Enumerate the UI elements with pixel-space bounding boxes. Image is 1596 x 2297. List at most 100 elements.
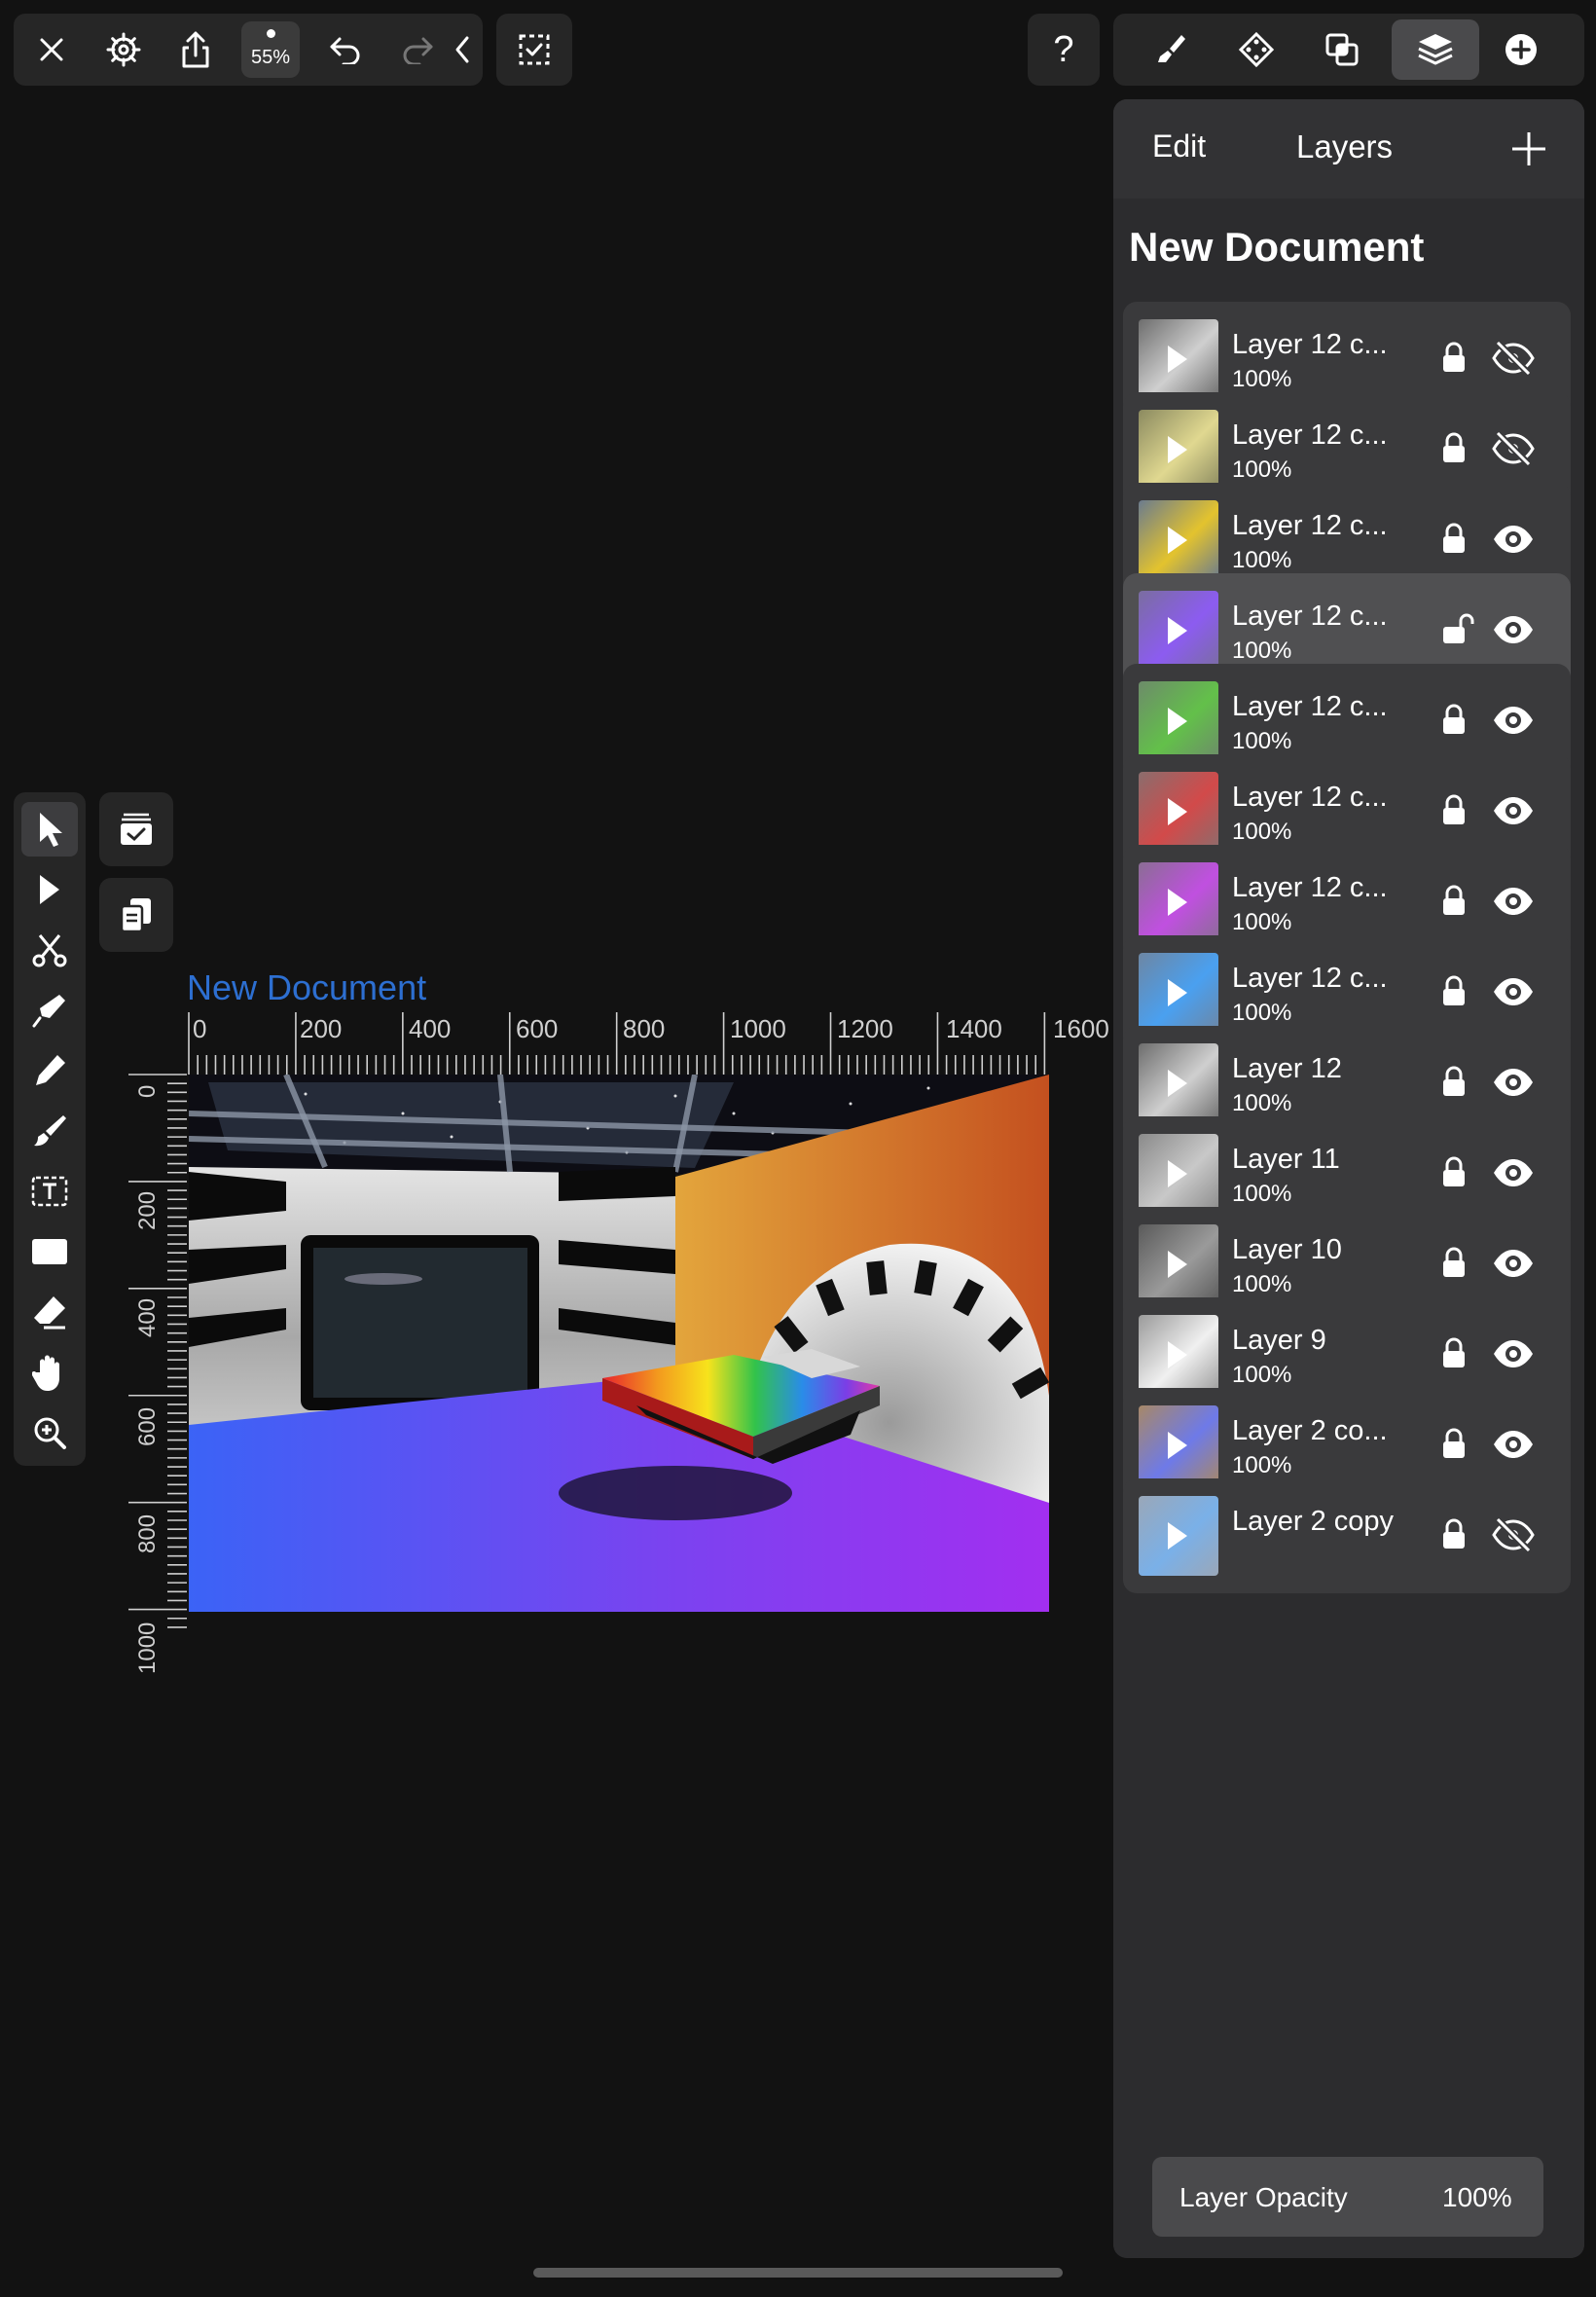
layer-opacity: 100% [1232,1452,1292,1478]
lock-closed-icon[interactable] [1440,974,1468,1012]
layers-tab-active[interactable] [1392,19,1479,80]
layer-name: Layer 12 c... [1232,419,1388,451]
document-title: New Document [1129,224,1425,270]
eye-visible-icon[interactable] [1491,791,1536,835]
node-diamond-icon[interactable] [1234,27,1279,72]
text-tool-button[interactable] [21,1164,78,1219]
lock-closed-icon[interactable] [1440,522,1468,560]
layer-opacity-slider[interactable]: Layer Opacity 100% [1152,2157,1543,2237]
layer-thumbnail [1139,1043,1218,1123]
layer-thumbnail [1139,1405,1218,1485]
redo-icon[interactable] [395,27,440,72]
help-button[interactable]: ? [1028,14,1100,86]
add-circle-icon[interactable] [1499,27,1543,72]
lock-closed-icon[interactable] [1440,431,1468,469]
layer-expand-icon[interactable] [1168,1251,1187,1278]
layer-name: Layer 12 c... [1232,329,1388,360]
eye-visible-icon[interactable] [1491,882,1536,926]
boolean-shapes-icon[interactable] [1320,27,1364,72]
layer-opacity: 100% [1232,456,1292,483]
layer-expand-icon[interactable] [1168,436,1187,463]
eye-visible-icon[interactable] [1491,610,1536,654]
layer-opacity-label: Layer Opacity [1179,2182,1348,2212]
layer-thumbnail [1139,1496,1218,1576]
layer-expand-icon[interactable] [1168,1160,1187,1187]
move-tool-button[interactable] [21,802,78,857]
add-layer-icon[interactable] [1505,125,1553,173]
layer-expand-icon[interactable] [1168,1070,1187,1097]
ruler-x-label: 1000 [730,1014,786,1043]
zoom-level-button[interactable]: 55% [241,21,300,78]
layer-expand-icon[interactable] [1168,1432,1187,1459]
zoom-tool-button[interactable] [21,1405,78,1460]
eye-visible-icon[interactable] [1491,1425,1536,1469]
ruler-x-label: 400 [409,1014,452,1043]
eye-visible-icon[interactable] [1491,1153,1536,1197]
layers-panel-header: Edit Layers [1113,99,1584,199]
pen-tool-button[interactable] [21,983,78,1038]
lock-closed-icon[interactable] [1440,1336,1468,1374]
lock-closed-icon[interactable] [1440,703,1468,741]
layer-name: Layer 2 co... [1232,1415,1388,1446]
layer-expand-icon[interactable] [1168,527,1187,554]
duplicate-button[interactable] [99,878,173,952]
lock-closed-icon[interactable] [1440,1246,1468,1284]
layer-expand-icon[interactable] [1168,1522,1187,1550]
node-tool-button[interactable] [21,862,78,917]
layer-row[interactable]: Layer 2 copy [1123,1478,1571,1593]
lock-closed-icon[interactable] [1440,1517,1468,1555]
select-check-icon[interactable] [512,27,557,72]
edit-button[interactable]: Edit [1152,128,1206,164]
brush-tool-button[interactable] [21,1104,78,1158]
chevron-left-icon[interactable] [448,27,477,72]
layer-thumbnail [1139,319,1218,399]
lock-closed-icon[interactable] [1440,884,1468,922]
pencil-tool-button[interactable] [21,1043,78,1098]
layer-name: Layer 12 c... [1232,872,1388,903]
layer-expand-icon[interactable] [1168,708,1187,735]
hand-tool-button[interactable] [21,1345,78,1400]
layer-thumbnail [1139,591,1218,671]
eye-visible-icon[interactable] [1491,520,1536,564]
style-brush-icon[interactable] [1148,27,1193,72]
ruler-y-label: 400 [134,1297,161,1337]
layer-thumbnail [1139,410,1218,490]
layer-expand-icon[interactable] [1168,1341,1187,1368]
horizontal-ruler: 0 200 400 600 800 1000 1200 1400 1600 [187,1010,1121,1076]
undo-icon[interactable] [323,27,368,72]
share-icon[interactable] [173,25,218,74]
lock-closed-icon[interactable] [1440,341,1468,379]
settings-gear-icon[interactable] [101,27,146,72]
layer-opacity: 100% [1232,819,1292,845]
layer-expand-icon[interactable] [1168,798,1187,825]
layer-thumbnail [1139,1224,1218,1304]
layer-name: Layer 12 c... [1232,691,1388,722]
rectangle-tool-button[interactable] [21,1224,78,1279]
eye-visible-icon[interactable] [1491,701,1536,745]
scissors-tool-button[interactable] [21,923,78,977]
selection-toolbar [496,14,572,86]
close-icon[interactable] [29,27,74,72]
artboard-canvas[interactable] [189,1075,1049,1612]
eye-visible-icon[interactable] [1491,1334,1536,1378]
layer-expand-icon[interactable] [1168,889,1187,916]
eye-hidden-icon[interactable] [1491,429,1536,473]
lock-closed-icon[interactable] [1440,793,1468,831]
layer-expand-icon[interactable] [1168,979,1187,1006]
eye-hidden-icon[interactable] [1491,339,1536,383]
eraser-tool-button[interactable] [21,1285,78,1339]
layers-panel: Edit Layers New Document Layer 12 c... 10… [1113,99,1584,2258]
layer-expand-icon[interactable] [1168,346,1187,373]
layer-expand-icon[interactable] [1168,617,1187,644]
eye-hidden-icon[interactable] [1491,1515,1536,1559]
eye-visible-icon[interactable] [1491,1244,1536,1288]
lock-closed-icon[interactable] [1440,1065,1468,1103]
duplicate-pages-icon [117,895,156,934]
eye-visible-icon[interactable] [1491,1063,1536,1107]
lock-closed-icon[interactable] [1440,1155,1468,1193]
ruler-x-label: 1400 [946,1014,1002,1043]
lock-open-icon[interactable] [1440,612,1475,650]
commit-button[interactable] [99,792,173,866]
lock-closed-icon[interactable] [1440,1427,1468,1465]
eye-visible-icon[interactable] [1491,972,1536,1016]
